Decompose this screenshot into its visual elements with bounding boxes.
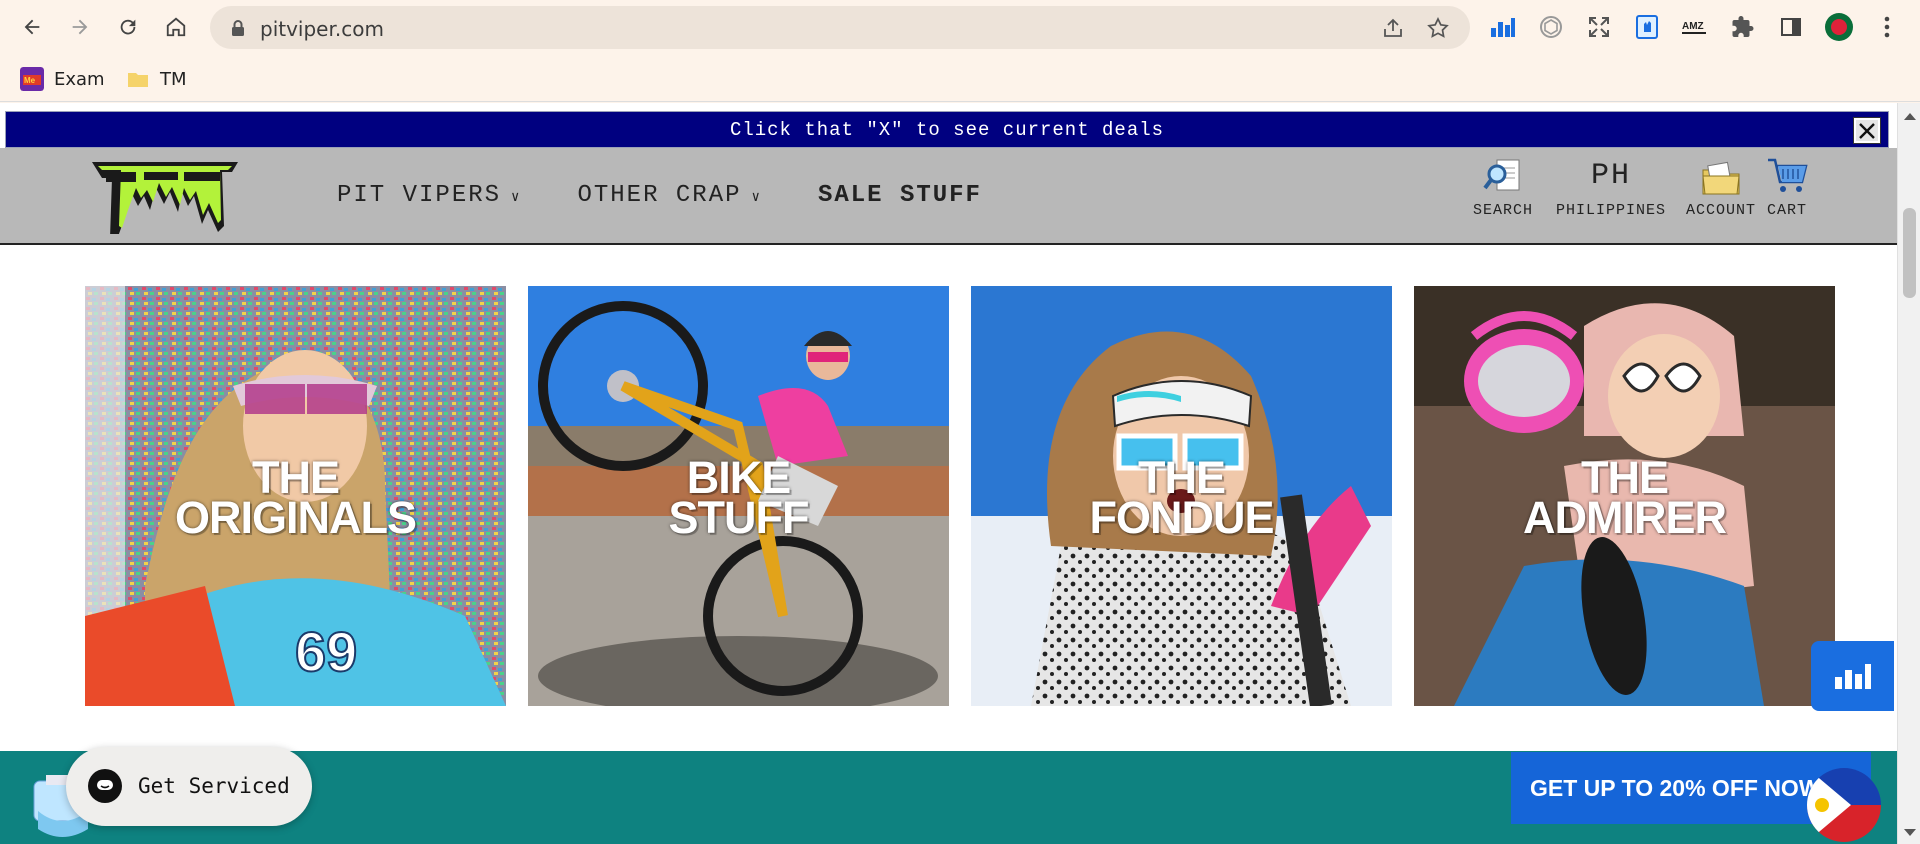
tile-the-originals[interactable]: 69 THE ORIGINALS bbox=[85, 286, 506, 706]
region-code: PH bbox=[1591, 159, 1632, 193]
arrow-right-icon bbox=[72, 19, 88, 35]
tile-caption-line2: STUFF bbox=[668, 492, 810, 543]
bookmark-tm[interactable]: TM bbox=[126, 66, 187, 92]
home-button[interactable] bbox=[160, 11, 192, 43]
back-button[interactable] bbox=[16, 11, 48, 43]
nav-sale-stuff[interactable]: SALE STUFF bbox=[818, 182, 982, 209]
bookmark-star-icon[interactable] bbox=[1425, 15, 1451, 41]
nav-other-crap-label: OTHER CRAP bbox=[577, 182, 742, 209]
tile-bike-stuff[interactable]: BIKE STUFF bbox=[528, 286, 949, 706]
account-button[interactable]: ACCOUNT bbox=[1686, 156, 1756, 219]
region-name: PHILIPPINES bbox=[1556, 202, 1667, 219]
collection-tiles: 69 THE ORIGINALS BIKE STUFF THE FONDUE T… bbox=[85, 286, 1835, 706]
region-selector[interactable]: PH PHILIPPINES bbox=[1556, 156, 1666, 219]
tile-caption-line2: ADMIRER bbox=[1523, 492, 1727, 543]
svg-text:Me: Me bbox=[24, 76, 36, 85]
bookmark-exam[interactable]: Me Exam bbox=[20, 66, 105, 92]
side-panel-icon[interactable] bbox=[1776, 12, 1806, 42]
arrow-left-icon bbox=[24, 19, 40, 35]
tile-caption: THE ORIGINALS bbox=[85, 455, 506, 543]
svg-text:69: 69 bbox=[295, 620, 357, 683]
tile-caption-line2: ORIGINALS bbox=[174, 492, 417, 543]
chat-bubble-icon bbox=[88, 769, 122, 803]
tile-caption: THE ADMIRER bbox=[1414, 455, 1835, 543]
tile-caption: THE FONDUE bbox=[971, 455, 1392, 543]
chevron-down-icon: ∨ bbox=[511, 190, 522, 206]
reload-button[interactable] bbox=[112, 11, 144, 43]
bookmark-exam-label: Exam bbox=[54, 68, 105, 90]
search-label: SEARCH bbox=[1473, 202, 1534, 219]
promo-text: Click that "X" to see current deals bbox=[729, 119, 1165, 141]
exam-favicon-icon: Me bbox=[20, 67, 44, 91]
forward-button[interactable] bbox=[64, 11, 96, 43]
search-button[interactable]: SEARCH bbox=[1473, 156, 1533, 219]
analytics-widget-button[interactable] bbox=[1811, 641, 1894, 711]
tile-caption-line2: FONDUE bbox=[1089, 492, 1275, 543]
discount-offer-label: GET UP TO 20% OFF NOW bbox=[1530, 775, 1821, 801]
tile-the-fondue[interactable]: THE FONDUE bbox=[971, 286, 1392, 706]
svg-text:AMZ: AMZ bbox=[1682, 21, 1704, 32]
amz-extension-icon[interactable]: AMZ bbox=[1680, 12, 1710, 42]
page-scrollbar[interactable] bbox=[1897, 103, 1920, 844]
analytics-extension-icon[interactable] bbox=[1488, 12, 1518, 42]
tile-caption: BIKE STUFF bbox=[528, 455, 949, 543]
main-nav: PIT VIPERS ∨ OTHER CRAP ∨ SALE STUFF bbox=[337, 182, 982, 209]
bookmark-tm-label: TM bbox=[160, 68, 187, 90]
nav-sale-stuff-label: SALE STUFF bbox=[817, 182, 982, 209]
browser-chrome: pitviper.com AMZ Me Exam TM bbox=[0, 0, 1920, 103]
scroll-up-arrow[interactable] bbox=[1904, 113, 1916, 120]
chat-label: Get Serviced bbox=[138, 774, 290, 798]
cart-label: CART bbox=[1766, 202, 1807, 219]
fullscreen-extension-icon[interactable] bbox=[1584, 12, 1614, 42]
profile-avatar[interactable] bbox=[1824, 12, 1854, 42]
nav-other-crap[interactable]: OTHER CRAP ∨ bbox=[577, 182, 761, 209]
url-text: pitviper.com bbox=[260, 17, 384, 41]
folder-icon bbox=[128, 73, 148, 87]
cart-icon bbox=[1768, 158, 1808, 192]
cube-extension-icon[interactable] bbox=[1536, 12, 1566, 42]
bookmarks-bar: Me Exam TM bbox=[0, 54, 1920, 102]
scrollbar-thumb[interactable] bbox=[1903, 208, 1916, 298]
browser-menu-icon[interactable] bbox=[1872, 12, 1902, 42]
hand-extension-icon[interactable] bbox=[1632, 12, 1662, 42]
close-icon bbox=[1859, 122, 1875, 139]
scroll-down-arrow[interactable] bbox=[1904, 829, 1916, 836]
bar-chart-icon bbox=[1834, 664, 1871, 689]
tile-the-admirer[interactable]: THE ADMIRER bbox=[1414, 286, 1835, 706]
account-label: ACCOUNT bbox=[1686, 202, 1757, 219]
search-icon bbox=[1483, 159, 1520, 191]
nav-pit-vipers-label: PIT VIPERS bbox=[337, 182, 502, 209]
chevron-down-icon: ∨ bbox=[751, 190, 762, 206]
philippines-flag-icon[interactable] bbox=[1807, 768, 1881, 842]
puzzle-extensions-icon[interactable] bbox=[1728, 12, 1758, 42]
folder-account-icon bbox=[1702, 161, 1740, 195]
page-viewport: Click that "X" to see current deals PIT … bbox=[0, 103, 1920, 844]
lock-icon bbox=[232, 20, 244, 36]
promo-banner: Click that "X" to see current deals bbox=[5, 111, 1889, 148]
share-icon[interactable] bbox=[1380, 15, 1406, 41]
nav-pit-vipers[interactable]: PIT VIPERS ∨ bbox=[337, 182, 521, 209]
home-icon bbox=[166, 17, 186, 37]
promo-close-button[interactable] bbox=[1853, 117, 1881, 144]
pit-viper-logo[interactable] bbox=[88, 156, 242, 234]
browser-toolbar: pitviper.com AMZ bbox=[0, 0, 1920, 54]
reload-icon bbox=[120, 19, 136, 35]
address-bar[interactable]: pitviper.com bbox=[210, 6, 1470, 49]
site-header: PIT VIPERS ∨ OTHER CRAP ∨ SALE STUFF SEA… bbox=[0, 148, 1897, 245]
get-serviced-chat-button[interactable]: Get Serviced bbox=[66, 747, 312, 826]
cart-button[interactable]: CART bbox=[1766, 156, 1808, 219]
